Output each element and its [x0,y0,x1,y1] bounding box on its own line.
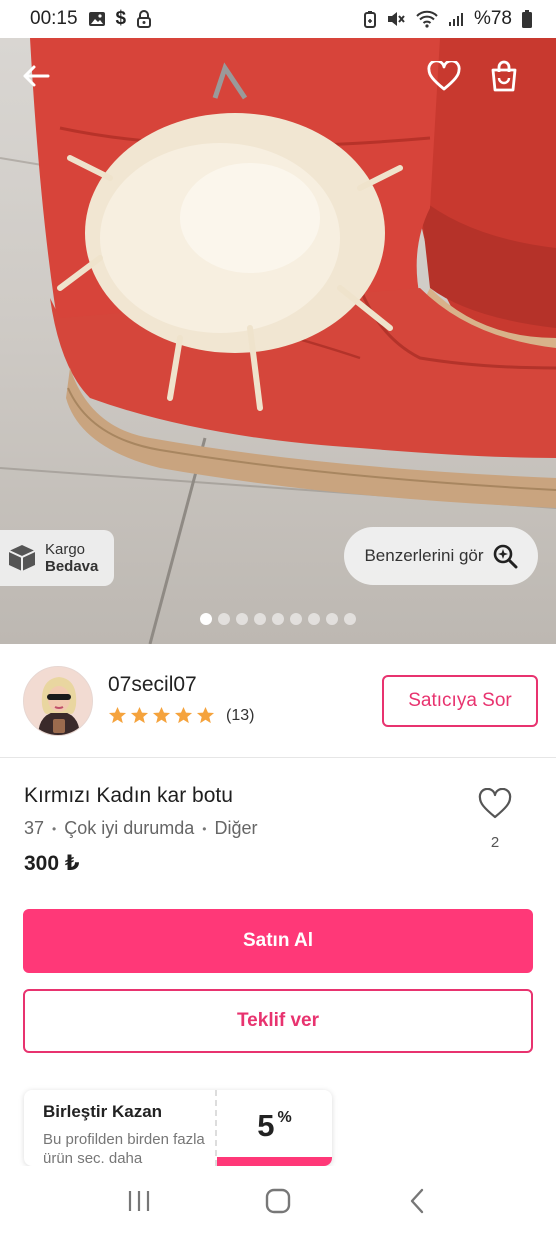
free-shipping-text: Kargo Bedava [45,541,98,575]
image-search-icon [493,544,518,569]
dollar-icon: $ [115,8,127,29]
meta-separator: • [202,821,207,836]
buy-button[interactable]: Satın Al [23,909,533,973]
back-button[interactable] [16,56,56,96]
bundle-description: Bu profilden birden fazla ürün sec. daha [43,1131,205,1166]
star-icon [130,706,149,724]
heart-outline-icon [478,787,512,819]
product-image-carousel[interactable]: Kargo Bedava Benzerlerini gör [0,38,556,644]
bundle-percent-value: 5 [257,1108,275,1143]
ask-seller-button[interactable]: Satıcıya Sor [382,675,538,727]
carousel-dot[interactable] [218,613,230,625]
bundle-info: Birleştir Kazan Bu profilden birden fazl… [24,1090,217,1166]
bundle-title: Birleştir Kazan [43,1102,163,1121]
battery-icon [522,10,532,28]
status-right: %78 [363,8,532,30]
product-page: 00:15 $ %78 Kargo Bedava Benzerlerini gö… [0,0,556,1235]
gallery-icon [88,10,106,28]
product-title: Kırmızı Kadın kar botu [24,784,233,807]
carousel-dot[interactable] [326,613,338,625]
back-chevron-icon [410,1188,423,1213]
bundle-percent: 5% [217,1108,332,1144]
carousel-dots [0,613,556,625]
carousel-dot[interactable] [236,613,248,625]
battery-saver-icon [363,10,376,28]
rating-count: (13) [226,706,255,724]
carousel-dot[interactable] [254,613,266,625]
favorite-top-button[interactable] [424,56,464,96]
similar-items-button[interactable]: Benzerlerini gör [344,527,538,585]
bundle-percent-sign: % [277,1109,292,1126]
cart-button[interactable] [484,56,524,96]
star-icon [196,706,215,724]
star-icon [152,706,171,724]
carousel-dot[interactable] [290,613,302,625]
seller-section: 07secil07 (13) Satıcıya Sor [0,644,556,758]
heart-icon [427,61,461,91]
bedava-label: Bedava [45,558,99,575]
avatar-illustration [24,667,92,735]
wifi-icon [416,10,438,28]
carousel-dot[interactable] [308,613,320,625]
package-icon [8,545,36,571]
star-icon [174,706,193,724]
home-button[interactable] [258,1181,298,1221]
status-left: 00:15 $ [30,8,152,30]
similar-items-label: Benzerlerini gör [364,546,484,565]
battery-percent: %78 [473,8,512,29]
home-icon [265,1188,291,1213]
lock-icon [136,10,152,28]
product-brand: Diğer [214,818,258,838]
star-icon [108,706,127,724]
mute-icon [386,10,406,28]
status-time: 00:15 [30,8,78,29]
recent-apps-icon [129,1190,150,1211]
seller-name[interactable]: 07secil07 [108,673,197,697]
back-arrow-icon [23,65,50,87]
product-price: 300 ₺ [24,852,80,875]
status-bar: 00:15 $ %78 [0,0,556,38]
system-nav-bar [0,1166,556,1235]
product-meta: 37 • Çok iyi durumda • Diğer [24,818,258,839]
like-button[interactable] [478,787,512,822]
recent-apps-button[interactable] [119,1181,159,1221]
free-shipping-badge: Kargo Bedava [0,530,114,586]
carousel-dot[interactable] [272,613,284,625]
meta-separator: • [52,821,57,836]
like-count: 2 [490,834,500,851]
carousel-dot[interactable] [344,613,356,625]
seller-avatar[interactable] [23,666,93,736]
shopping-bag-icon [491,60,517,92]
bundle-percent-box: 5% [217,1090,332,1166]
signal-icon [448,11,464,27]
bundle-accent-bar [217,1157,332,1166]
back-nav-button[interactable] [397,1181,437,1221]
product-size: 37 [24,818,45,838]
make-offer-button[interactable]: Teklif ver [23,989,533,1053]
carousel-dot[interactable] [200,613,212,625]
bundle-discount-card[interactable]: Birleştir Kazan Bu profilden birden fazl… [24,1090,332,1166]
kargo-label: Kargo [45,541,86,558]
seller-rating: (13) [108,706,254,725]
product-condition: Çok iyi durumda [64,818,195,838]
